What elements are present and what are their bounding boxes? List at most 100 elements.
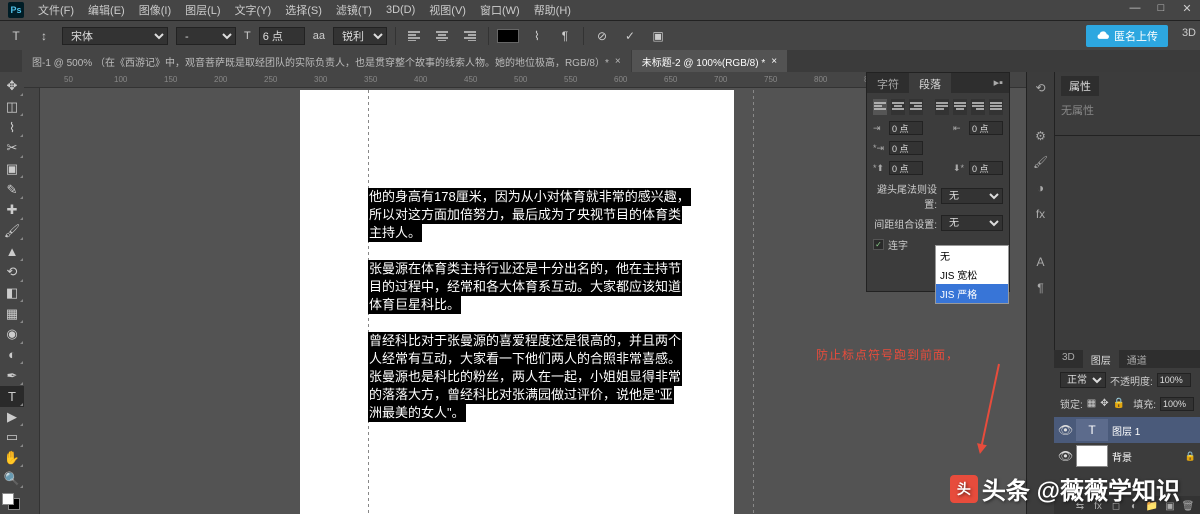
brush-tool[interactable]: 🖌 — [0, 221, 24, 242]
close-tab-icon[interactable]: × — [771, 56, 777, 67]
cancel-icon[interactable]: ⊘ — [592, 26, 612, 46]
lock-pixels-icon[interactable]: ▦ — [1087, 398, 1096, 409]
menu-3d[interactable]: 3D(D) — [380, 2, 421, 18]
paragraph-panel-icon[interactable]: ¶ — [1029, 276, 1053, 300]
layer-row[interactable]: 👁 T 图层 1 — [1054, 417, 1200, 443]
dropdown-item-loose[interactable]: JIS 宽松 — [936, 265, 1008, 284]
hand-tool[interactable]: ✋ — [0, 448, 24, 469]
3d-icon[interactable]: ▣ — [648, 26, 668, 46]
character-tab[interactable]: 字符 — [867, 73, 909, 93]
styles-panel-icon[interactable]: fx — [1029, 202, 1053, 226]
layer-name[interactable]: 背景 — [1112, 449, 1132, 464]
menu-filter[interactable]: 滤镜(T) — [330, 0, 378, 20]
menu-file[interactable]: 文件(F) — [32, 0, 80, 20]
delete-layer-icon[interactable]: 🗑 — [1180, 499, 1196, 513]
para-justify-left[interactable] — [935, 99, 949, 115]
font-style-select[interactable]: - — [176, 27, 236, 45]
stamp-tool[interactable]: ▲ — [0, 241, 24, 262]
para-align-left[interactable] — [873, 99, 887, 115]
path-select-tool[interactable]: ▶ — [0, 407, 24, 428]
history-brush-tool[interactable]: ⟲ — [0, 262, 24, 283]
layer-row[interactable]: 👁 背景 🔒 — [1054, 443, 1200, 469]
space-after-input[interactable] — [969, 161, 1003, 175]
panel-menu-icon[interactable]: ▸▪ — [988, 73, 1009, 93]
text-layer[interactable]: 他的身高有178厘米，因为从小对体育就非常的感兴趣， 所以对这方面加倍努力，最后… — [368, 188, 754, 422]
shape-tool[interactable]: ▭ — [0, 427, 24, 448]
adjustments-panel-icon[interactable]: ◑ — [1029, 176, 1053, 200]
window-minimize[interactable]: — — [1122, 0, 1148, 16]
menu-layer[interactable]: 图层(L) — [179, 0, 226, 20]
font-family-select[interactable]: 宋体 — [62, 27, 168, 45]
dropdown-item-none[interactable]: 无 — [936, 246, 1008, 265]
dropdown-item-strict[interactable]: JIS 严格 — [936, 284, 1008, 303]
window-maximize[interactable]: □ — [1148, 0, 1174, 16]
menu-image[interactable]: 图像(I) — [133, 0, 177, 20]
indent-left-input[interactable] — [889, 121, 923, 135]
marquee-tool[interactable]: ◫ — [0, 97, 24, 118]
char-panel-icon[interactable]: ¶ — [555, 26, 575, 46]
upload-button[interactable]: 匿名上传 — [1086, 25, 1168, 47]
fill-input[interactable] — [1160, 397, 1194, 411]
layers-panel-tab[interactable]: 图层 — [1083, 350, 1119, 368]
character-panel-icon[interactable]: A — [1029, 250, 1053, 274]
menu-help[interactable]: 帮助(H) — [528, 0, 577, 20]
align-right-icon[interactable] — [460, 26, 480, 46]
blur-tool[interactable]: ◉ — [0, 324, 24, 345]
menu-window[interactable]: 窗口(W) — [474, 0, 526, 20]
indent-right-input[interactable] — [969, 121, 1003, 135]
properties-tab[interactable]: 属性 — [1061, 76, 1099, 96]
history-panel-icon[interactable]: ⟲ — [1029, 76, 1053, 100]
menu-type[interactable]: 文字(Y) — [229, 0, 278, 20]
3d-panel-tab[interactable]: 3D — [1054, 350, 1083, 368]
color-swatches[interactable] — [2, 493, 20, 510]
para-justify-all[interactable] — [989, 99, 1003, 115]
menu-view[interactable]: 视图(V) — [423, 0, 472, 20]
para-justify-right[interactable] — [971, 99, 985, 115]
eraser-tool[interactable]: ◧ — [0, 283, 24, 304]
visibility-toggle-icon[interactable]: 👁 — [1058, 423, 1072, 437]
kumi-select[interactable]: 无 — [941, 215, 1003, 231]
orientation-toggle-icon[interactable]: ↕ — [34, 26, 54, 46]
text-color-swatch[interactable] — [497, 29, 519, 43]
gradient-tool[interactable]: ▦ — [0, 303, 24, 324]
layer-name[interactable]: 图层 1 — [1112, 423, 1140, 438]
menu-select[interactable]: 选择(S) — [279, 0, 328, 20]
hyphenate-checkbox[interactable]: ✓ — [873, 239, 884, 250]
kinsoku-dropdown[interactable]: 无 JIS 宽松 JIS 严格 — [935, 245, 1009, 304]
heal-tool[interactable]: ✚ — [0, 200, 24, 221]
space-before-input[interactable] — [889, 161, 923, 175]
para-justify-center[interactable] — [953, 99, 967, 115]
lock-position-icon[interactable]: ✥ — [1100, 398, 1108, 409]
zoom-tool[interactable]: 🔍 — [0, 468, 24, 489]
dodge-tool[interactable]: ◐ — [0, 345, 24, 366]
eyedropper-tool[interactable]: ✎ — [0, 179, 24, 200]
commit-icon[interactable]: ✓ — [620, 26, 640, 46]
document-tab-1[interactable]: 未标题-2 @ 100%(RGB/8) *× — [632, 50, 787, 73]
type-tool-preset-icon[interactable]: T — [6, 26, 26, 46]
align-left-icon[interactable] — [404, 26, 424, 46]
first-line-input[interactable] — [889, 141, 923, 155]
anti-alias-select[interactable]: 锐利 — [333, 27, 387, 45]
document-tab-0[interactable]: 图-1 @ 500% （在《西游记》中，观音菩萨既是取经团队的实际负责人，也是贯… — [22, 50, 631, 73]
para-align-center[interactable] — [891, 99, 905, 115]
warp-text-icon[interactable]: ⌇ — [527, 26, 547, 46]
opacity-input[interactable] — [1157, 373, 1191, 387]
blend-mode-select[interactable]: 正常 — [1060, 372, 1106, 388]
move-tool[interactable]: ✥ — [0, 76, 24, 97]
actions-panel-icon[interactable]: ⚙ — [1029, 124, 1053, 148]
align-center-icon[interactable] — [432, 26, 452, 46]
lock-all-icon[interactable]: 🔒 — [1113, 398, 1125, 409]
paragraph-tab[interactable]: 段落 — [909, 73, 951, 93]
visibility-toggle-icon[interactable]: 👁 — [1058, 449, 1072, 463]
pen-tool[interactable]: ✒ — [0, 365, 24, 386]
window-close[interactable]: ✕ — [1174, 0, 1200, 16]
menu-edit[interactable]: 编辑(E) — [82, 0, 131, 20]
font-size-input[interactable] — [259, 27, 305, 45]
para-align-right[interactable] — [909, 99, 923, 115]
brushes-panel-icon[interactable]: 🖌 — [1029, 150, 1053, 174]
lasso-tool[interactable]: ⌇ — [0, 117, 24, 138]
close-tab-icon[interactable]: × — [615, 56, 621, 67]
channels-panel-tab[interactable]: 通道 — [1119, 350, 1155, 368]
quick-select-tool[interactable]: ✂ — [0, 138, 24, 159]
kinsoku-select[interactable]: 无 — [941, 188, 1003, 204]
